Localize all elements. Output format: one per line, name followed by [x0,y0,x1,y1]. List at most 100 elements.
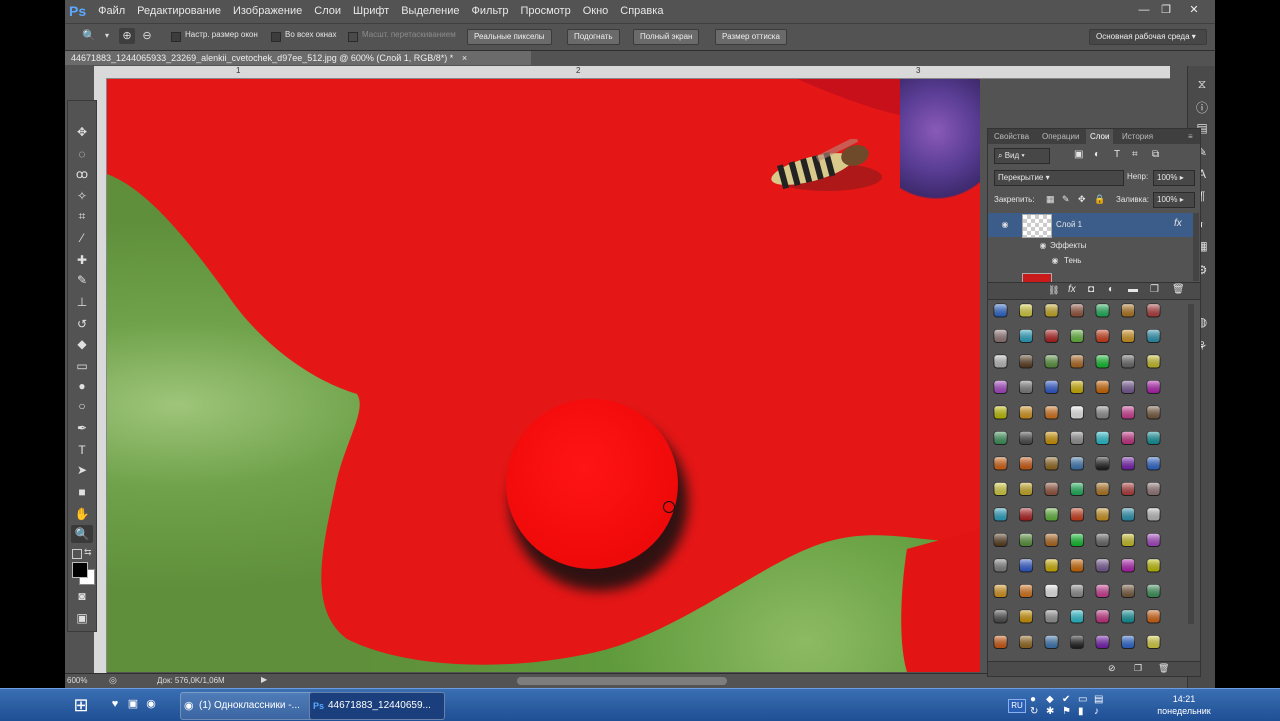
dodge-tool-icon[interactable]: ○ [71,397,93,415]
new-adjustment-icon[interactable]: ◐ [1108,284,1114,295]
filter-pixel-icon[interactable]: ▣ [1074,149,1083,160]
link-layers-icon[interactable]: ⛓ [1048,285,1059,296]
lock-all-icon[interactable]: 🔒 [1094,194,1105,205]
tab-properties[interactable]: Свойства [990,129,1033,144]
shape-tool-icon[interactable]: ■ [71,483,93,501]
document-tab[interactable]: 44671883_1244065933_23269_alenkii_cvetoc… [65,51,531,65]
restore-button[interactable]: ❐ [1155,2,1177,18]
menu-view[interactable]: Просмотр [514,5,576,17]
foreground-color-swatch[interactable] [72,562,88,578]
fx-badge[interactable]: fx [1174,218,1182,229]
quick-launch-app-icon[interactable]: ♥ [108,697,122,711]
effects-label[interactable]: Эффекты [1050,241,1086,250]
print-size-button[interactable]: Размер оттиска [715,29,787,45]
opacity-input[interactable]: 100% ▸ [1153,170,1195,186]
menu-type[interactable]: Шрифт [347,5,395,17]
taskbar-browser-window[interactable]: ◉ (1) Одноклассники -... [180,692,316,720]
system-clock[interactable]: 14:21 понедельник [1154,693,1214,717]
scrubby-zoom-checkbox[interactable] [348,32,358,42]
menu-select[interactable]: Выделение [395,5,465,17]
menu-layers[interactable]: Слои [308,5,347,17]
minimize-button[interactable]: — [1133,2,1155,18]
gradient-tool-icon[interactable]: ▭ [71,357,93,375]
styles-scrollbar[interactable] [1188,304,1194,624]
swap-colors-icon[interactable]: ⇆ [84,547,92,558]
new-layer-icon[interactable]: ❐ [1150,284,1159,295]
menu-edit[interactable]: Редактирование [131,5,227,17]
default-colors-icon[interactable] [72,549,82,559]
eraser-tool-icon[interactable]: ◆ [71,335,93,353]
tray-volume-icon[interactable]: ♪ [1094,706,1099,717]
taskbar-photoshop-window[interactable]: Ps 44671883_12440659... [309,692,445,720]
status-menu-arrow-icon[interactable]: ▶ [261,675,267,684]
lasso-tool-icon[interactable]: ꝏ [71,165,93,183]
filter-shape-icon[interactable]: ⌗ [1132,149,1138,160]
filter-smart-object-icon[interactable]: ⧉ [1152,149,1159,160]
blend-mode-select[interactable]: Перекрытие ▾ [994,170,1124,186]
layer-filter-kind-select[interactable]: ⌕ Вид ▾ [994,148,1050,164]
clear-style-icon[interactable]: ⊘ [1108,663,1116,674]
tray-flag-icon[interactable]: ⚑ [1062,706,1071,717]
layer-name[interactable]: Слой 1 [1056,220,1082,229]
history-brush-tool-icon[interactable]: ↺ [71,315,93,333]
tab-actions[interactable]: Операции [1038,129,1083,144]
zoom-out-icon[interactable]: ⊖ [139,28,155,44]
tray-antivirus-icon[interactable]: ● [1030,694,1036,705]
healing-brush-tool-icon[interactable]: ✚ [71,251,93,269]
shadow-visibility-eye-icon[interactable]: ◉ [1050,256,1060,266]
tray-shield-icon[interactable]: ✔ [1062,694,1070,705]
delete-layer-icon[interactable]: 🗑 [1172,284,1185,295]
zoom-tool-preset-icon[interactable]: 🔍 [81,28,97,44]
hand-tool-icon[interactable]: ✋ [71,505,93,523]
tab-history[interactable]: История [1118,129,1157,144]
start-button[interactable]: ⊞ [64,690,98,720]
status-info-icon[interactable]: ◎ [109,675,117,686]
lock-position-icon[interactable]: ✥ [1078,194,1086,205]
close-button[interactable]: ✕ [1183,2,1205,18]
menu-file[interactable]: Файл [92,5,131,17]
lock-transparency-icon[interactable]: ▦ [1046,194,1055,205]
all-windows-checkbox[interactable] [271,32,281,42]
language-indicator[interactable]: RU [1008,699,1026,713]
brush-tool-icon[interactable]: ✎ [71,271,93,289]
ruler-horizontal[interactable]: 1 2 3 [94,66,1170,79]
menu-window[interactable]: Окно [577,5,615,17]
menu-filter[interactable]: Фильтр [466,5,515,17]
fit-screen-button[interactable]: Подогнать [567,29,620,45]
new-style-icon[interactable]: ❐ [1134,663,1142,674]
fill-screen-button[interactable]: Полный экран [633,29,700,45]
horizontal-scrollbar-thumb[interactable] [517,677,727,685]
effects-visibility-eye-icon[interactable]: ◉ [1038,241,1048,251]
filter-adjustment-icon[interactable]: ◐ [1094,149,1100,160]
screen-mode-icon[interactable]: ▣ [71,609,93,627]
layers-scrollbar[interactable] [1193,213,1199,281]
panel-menu-icon[interactable]: ≡ [1184,129,1197,144]
document-canvas[interactable] [107,79,980,672]
zoom-in-icon[interactable]: ⊕ [119,28,135,44]
resize-windows-checkbox[interactable] [171,32,181,42]
add-mask-icon[interactable]: ◘ [1088,284,1094,295]
tray-network-icon[interactable]: ▤ [1094,694,1103,705]
tray-bluetooth-icon[interactable]: ✱ [1046,706,1054,717]
marquee-tool-icon[interactable]: ◌ [71,145,93,163]
tray-sync-icon[interactable]: ↻ [1030,706,1038,717]
zoom-level[interactable]: 600% [67,676,87,685]
crop-tool-icon[interactable]: ⌗ [71,207,93,225]
path-selection-tool-icon[interactable]: ➤ [71,461,93,479]
magic-wand-tool-icon[interactable]: ✧ [71,187,93,205]
quick-mask-icon[interactable]: ◙ [71,587,93,605]
clone-stamp-tool-icon[interactable]: ⊥ [71,293,93,311]
tray-display-icon[interactable]: ▭ [1078,694,1087,705]
fill-input[interactable]: 100% ▸ [1153,192,1195,208]
history-panel-icon[interactable]: ⧖ [1194,76,1210,92]
visibility-eye-icon[interactable]: ◉ [1000,220,1010,230]
actual-pixels-button[interactable]: Реальные пикселы [467,29,552,45]
workspace-select[interactable]: Основная рабочая среда ▾ [1089,29,1207,45]
info-panel-icon[interactable]: ⓘ [1194,100,1210,116]
eyedropper-tool-icon[interactable]: ⁄ [71,229,93,247]
zoom-tool-icon[interactable]: 🔍 [71,525,93,543]
tab-layers[interactable]: Слои [1086,129,1114,144]
menu-image[interactable]: Изображение [227,5,308,17]
blur-tool-icon[interactable]: ● [71,377,93,395]
close-document-icon[interactable]: × [462,53,467,63]
